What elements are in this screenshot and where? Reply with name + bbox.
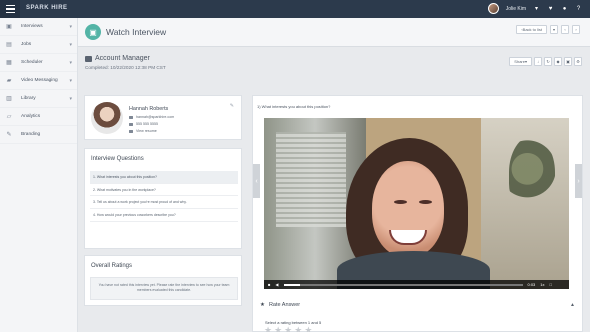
playback-speed[interactable]: 1x — [540, 282, 544, 287]
chevron-down-icon: ▾ — [69, 95, 72, 102]
message-icon: ▰ — [6, 78, 12, 84]
sidebar: ▣ Interviews ▾ ▤ Jobs ▾ ▦ Scheduler ▾ ▰ Video M… — [0, 18, 78, 332]
video-icon: ▣ — [6, 24, 12, 30]
heart-icon[interactable]: ♥ — [547, 5, 554, 12]
volume-icon[interactable]: ◀ — [275, 282, 278, 287]
questions-list: 1. What interests you about this positio… — [90, 171, 238, 222]
page-header: ▣ Watch Interview ‹ Back to list ▾ ‹ › — [78, 18, 590, 47]
email-icon — [129, 115, 133, 119]
current-question: 1) What interests you about this positio… — [257, 104, 331, 109]
video-progress-fill — [283, 283, 301, 286]
sidebar-item-analytics[interactable]: ▱ Analytics — [0, 108, 77, 126]
chart-icon: ▱ — [6, 114, 12, 120]
left-eye — [394, 200, 407, 204]
chevron-down-icon: ▾ — [69, 23, 72, 30]
user-menu[interactable]: Jolie Kim ▾ ♥ ● ? — [487, 3, 582, 14]
library-icon: ▥ — [6, 96, 12, 102]
plant-image — [509, 136, 555, 209]
calendar-icon: ▦ — [6, 60, 12, 66]
pencil-icon[interactable]: ✎ — [230, 103, 234, 109]
questions-title: Interview Questions — [91, 156, 144, 162]
next-icon[interactable]: › — [572, 25, 580, 34]
video-controls[interactable]: ■ ◀ 0:03 1x □ — [264, 280, 569, 289]
interview-toolbar: Share ▾ ↓ ↻ ◆ ▣ ⚙ — [509, 57, 582, 66]
chevron-down-icon: ▾ — [69, 59, 72, 66]
chevron-down-icon: ▾ — [524, 59, 527, 64]
sidebar-item-jobs[interactable]: ▤ Jobs ▾ — [0, 36, 77, 54]
candidate-name: Hannah Roberts — [129, 106, 169, 112]
document-icon — [129, 129, 133, 133]
page-title: Watch Interview — [106, 27, 167, 37]
chevron-down-icon: ▾ — [69, 77, 72, 84]
star-4-icon[interactable]: ★ — [294, 326, 302, 332]
resume-link[interactable]: View resume — [129, 129, 157, 133]
completed-date: Completed: 10/22/2020 12:38 PM CST — [85, 65, 166, 70]
settings-icon[interactable]: ⚙ — [574, 57, 582, 66]
sidebar-item-library[interactable]: ▥ Library ▾ — [0, 90, 77, 108]
user-avatar[interactable] — [487, 3, 499, 14]
right-eye — [419, 200, 432, 204]
candidate-phone: 555 555 5555 — [129, 122, 158, 126]
chevron-down-icon[interactable]: ▾ — [533, 5, 540, 12]
bell-icon[interactable]: ● — [561, 5, 568, 12]
briefcase-icon — [85, 55, 92, 62]
app-window: SPARK HIRE Jolie Kim ▾ ♥ ● ? ▣ Interviews… — [0, 0, 590, 332]
video-background-shelf — [481, 118, 569, 289]
interview-content: Account Manager Completed: 10/22/2020 12… — [78, 47, 590, 332]
tag-icon[interactable]: ◆ — [554, 57, 562, 66]
star-5-icon[interactable]: ★ — [304, 326, 312, 332]
job-title: Account Manager — [85, 55, 150, 62]
candidate-email[interactable]: hannah@sparkhire.com — [129, 115, 174, 119]
question-item-1[interactable]: 1. What interests you about this positio… — [90, 171, 238, 184]
help-icon[interactable]: ? — [575, 5, 582, 12]
interview-questions-card: Interview Questions 1. What interests yo… — [84, 148, 242, 249]
back-to-list-button[interactable]: ‹ Back to list — [516, 25, 547, 34]
sidebar-item-video-messaging[interactable]: ▰ Video Messaging ▾ — [0, 72, 77, 90]
chevron-down-icon: ▾ — [69, 41, 72, 48]
previous-icon[interactable]: ‹ — [561, 25, 569, 34]
menu-icon[interactable] — [0, 0, 20, 18]
candidate-avatar — [91, 102, 123, 134]
chevron-up-icon[interactable]: ▲ — [570, 302, 575, 308]
star-icon: ★ — [260, 302, 265, 308]
window-blinds — [276, 132, 346, 227]
question-item-4[interactable]: 4. How would your previous coworkers des… — [90, 209, 238, 222]
briefcase-icon: ▤ — [6, 42, 12, 48]
play-icon[interactable]: ■ — [268, 282, 270, 287]
share-button[interactable]: Share ▾ — [509, 57, 532, 66]
filter-icon[interactable]: ▾ — [550, 25, 558, 34]
next-answer-arrow[interactable]: › — [575, 164, 582, 198]
star-1-icon[interactable]: ★ — [264, 326, 272, 332]
question-item-3[interactable]: 3. Tell us about a work project you're m… — [90, 196, 238, 210]
ratings-title: Overall Ratings — [91, 263, 133, 269]
star-rating[interactable]: ★ ★ ★ ★ ★ — [264, 326, 312, 332]
brand-logo[interactable]: SPARK HIRE — [26, 5, 68, 11]
video-progress-bar[interactable] — [283, 283, 523, 286]
star-3-icon[interactable]: ★ — [284, 326, 292, 332]
refresh-icon[interactable]: ↻ — [544, 57, 552, 66]
user-name[interactable]: Jolie Kim — [506, 6, 526, 12]
candidate-profile-card: Hannah Roberts hannah@sparkhire.com 555 … — [84, 95, 242, 140]
sidebar-item-interviews[interactable]: ▣ Interviews ▾ — [0, 18, 77, 36]
archive-icon[interactable]: ▣ — [564, 57, 572, 66]
interview-video-player[interactable]: ■ ◀ 0:03 1x □ — [264, 118, 569, 289]
star-2-icon[interactable]: ★ — [274, 326, 282, 332]
rate-answer-header[interactable]: ★ Rate Answer — [260, 302, 300, 308]
brush-icon: ✎ — [6, 132, 12, 138]
header-actions: ‹ Back to list ▾ ‹ › — [516, 25, 580, 34]
question-item-2[interactable]: 2. What motivates you in the workplace? — [90, 184, 238, 197]
main-content: ▣ Watch Interview ‹ Back to list ▾ ‹ › A… — [78, 18, 590, 332]
overall-ratings-card: Overall Ratings You have not rated this … — [84, 255, 242, 306]
watch-interview-icon: ▣ — [85, 24, 101, 40]
video-time: 0:03 — [527, 282, 536, 287]
video-answer-panel: 1) What interests you about this positio… — [252, 95, 583, 332]
fullscreen-icon[interactable]: □ — [550, 282, 552, 287]
sidebar-item-branding[interactable]: ✎ Branding — [0, 126, 77, 144]
download-icon[interactable]: ↓ — [534, 57, 542, 66]
sidebar-item-scheduler[interactable]: ▦ Scheduler ▾ — [0, 54, 77, 72]
ratings-message: You have not rated this interview yet. P… — [90, 277, 238, 300]
previous-answer-arrow[interactable]: ‹ — [253, 164, 260, 198]
phone-icon — [129, 122, 133, 126]
top-navigation-bar: SPARK HIRE Jolie Kim ▾ ♥ ● ? — [0, 0, 590, 18]
